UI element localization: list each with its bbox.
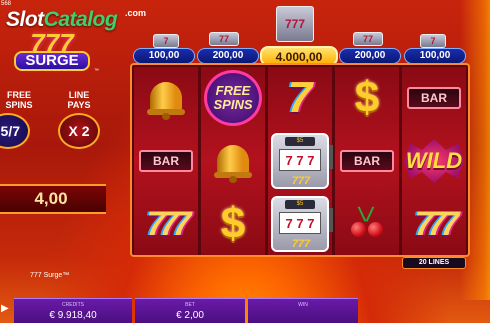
line-pays-label-line1: LINE: [68, 90, 90, 100]
slot-machine-symbol: $5 7 7 7 777: [271, 133, 333, 189]
jackpot-1-icon: 7: [153, 34, 179, 48]
bottom-bar: CREDITS € 9.918,40 BET € 2,00 WIN: [0, 298, 490, 323]
free-spins-counter: 5/7: [0, 113, 30, 149]
bar-symbol: BAR: [407, 87, 461, 109]
win-label: WIN: [298, 302, 308, 308]
jackpot-5-value: 100,00: [404, 48, 466, 64]
bar-symbol: BAR: [340, 150, 394, 172]
bar-symbol: BAR: [139, 150, 193, 172]
reel-2-cell-2: [201, 130, 265, 192]
reel-2-cell-3: $: [201, 193, 265, 255]
line-pays-label: LINE PAYS: [56, 90, 102, 110]
reel-1-cell-3: 777: [134, 193, 198, 255]
reel-3: 7 $5 7 7 7 777 $5 7 7 7 777: [268, 67, 333, 255]
game-logo-bottom: SURGE: [14, 51, 90, 71]
jackpot-5-icon: 7: [420, 34, 446, 48]
reel-1: BAR 777: [134, 67, 198, 255]
bell-icon: [145, 76, 187, 120]
reel-3-cell-2: $5 7 7 7 777: [268, 130, 333, 192]
jackpot-4-value: 200,00: [339, 48, 401, 64]
triple-seven-symbol: 777: [414, 204, 460, 243]
game-name: 777 Surge™: [30, 272, 70, 279]
reel-4: $ BAR: [335, 67, 399, 255]
reel-2: FREE SPINS $: [201, 67, 265, 255]
reel-2-cell-1: FREE SPINS: [201, 67, 265, 129]
reel-1-cell-2: BAR: [134, 130, 198, 192]
corner-number: 568: [1, 1, 12, 7]
credits-label: CREDITS: [62, 302, 84, 308]
bet-label: BET: [185, 302, 195, 308]
line-pays-multiplier: X 2: [58, 113, 100, 149]
reel-4-cell-3: [335, 193, 399, 255]
trademark: ™: [94, 68, 99, 74]
reel-5-cell-1: BAR: [402, 67, 466, 129]
cherry-icon: [347, 204, 387, 244]
win-panel: WIN: [248, 298, 358, 323]
reel-4-cell-2: BAR: [335, 130, 399, 192]
reel-3-cell-3: $5 7 7 7 777: [268, 193, 333, 255]
seven-symbol: 7: [287, 73, 313, 122]
jackpot-1-value: 100,00: [133, 48, 195, 64]
free-spins-label: FREE SPINS: [0, 90, 38, 110]
reel-5-cell-2: WILD: [402, 130, 466, 192]
reel-3-cell-1: 7: [268, 67, 332, 129]
triple-seven-symbol: 777: [146, 204, 192, 243]
slot-machine-window: 7 7 7: [279, 212, 321, 234]
reel-area: BAR 777 FREE SPINS $ 7 $5 7 7 7 777 $5 7…: [130, 63, 470, 257]
wild-symbol: WILD: [404, 139, 464, 183]
reel-4-cell-1: $: [335, 67, 399, 129]
bet-value: € 2,00: [176, 310, 204, 321]
bet-panel[interactable]: BET € 2,00: [135, 298, 245, 323]
bell-icon: [212, 139, 254, 183]
free-spins-symbol: FREE SPINS: [204, 70, 262, 126]
dollar-symbol: $: [220, 199, 246, 248]
dollar-symbol: $: [354, 73, 380, 122]
slot-machine-symbol: $5 7 7 7 777: [271, 196, 333, 252]
reel-1-cell-1: [134, 67, 198, 129]
jackpot-2-icon: 77: [209, 32, 239, 46]
free-spins-label-line2: SPINS: [5, 100, 33, 110]
reel-5-cell-3: 777: [402, 193, 466, 255]
slot-machine-window: 7 7 7: [279, 149, 321, 171]
free-spins-label-line1: FREE: [6, 90, 31, 100]
jackpot-3-icon: 777: [276, 6, 314, 42]
credits-panel: CREDITS € 9.918,40: [14, 298, 132, 323]
lines-badge: 20 LINES: [402, 257, 466, 269]
reel-5: BAR WILD 777: [402, 67, 466, 255]
jackpot-4-icon: 77: [353, 32, 383, 46]
jackpot-2-value: 200,00: [197, 48, 259, 64]
game-scene: 568 SlotCatalog .com 777 SURGE ™ FREE SP…: [0, 0, 490, 323]
line-pays-label-line2: PAYS: [67, 100, 91, 110]
credits-value: € 9.918,40: [49, 310, 97, 321]
watermark-suffix: .com: [125, 8, 147, 18]
free-spins-win-total: 4,00: [0, 184, 106, 214]
